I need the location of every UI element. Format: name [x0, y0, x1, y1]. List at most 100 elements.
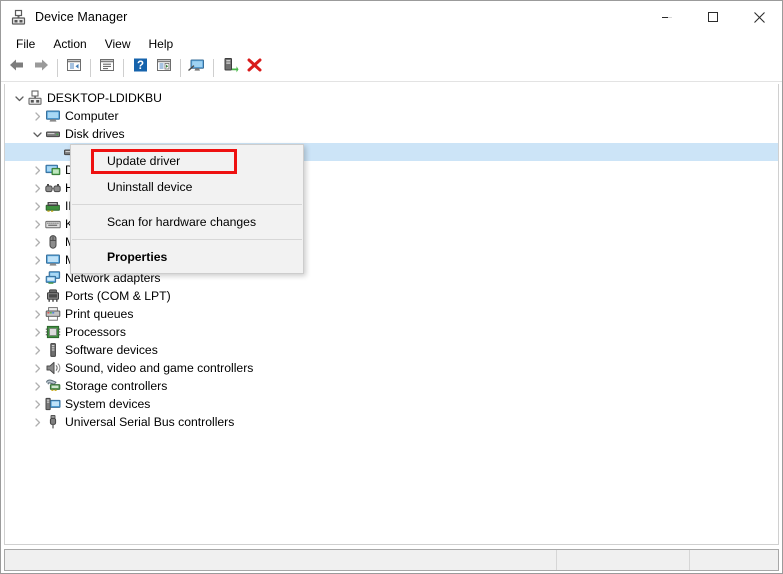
menu-action[interactable]: Action: [44, 35, 95, 53]
tree-node-root[interactable]: DESKTOP-LDIDKBU: [5, 89, 778, 107]
question-mark-icon: ?: [132, 57, 149, 78]
action-pane-button[interactable]: [152, 56, 176, 80]
status-bar: [4, 549, 779, 571]
update-driver-icon: [221, 57, 239, 79]
tree-node-ports[interactable]: Ports (COM & LPT): [5, 287, 778, 305]
close-button[interactable]: [736, 1, 782, 33]
context-menu-separator-2: [72, 239, 302, 240]
console-tree-icon: [65, 57, 83, 78]
storage-controller-icon: [45, 378, 61, 394]
system-device-icon: [45, 396, 61, 412]
tree-node-system-devices-label: System devices: [65, 396, 150, 412]
back-arrow-icon: [8, 57, 26, 78]
tree-node-computer-label: Computer: [65, 108, 119, 124]
device-tree-pane[interactable]: DESKTOP-LDIDKBU Computer: [4, 84, 779, 545]
tree-node-print-queues[interactable]: Print queues: [5, 305, 778, 323]
no-chevron: [47, 143, 63, 161]
tree-node-root-label: DESKTOP-LDIDKBU: [47, 90, 162, 106]
status-segment-1: [5, 550, 557, 570]
tree-node-usb-controllers-label: Universal Serial Bus controllers: [65, 414, 234, 430]
window-controls: [644, 1, 782, 33]
network-adapter-icon: [45, 270, 61, 286]
action-pane-icon: [155, 57, 173, 78]
scan-hardware-changes-button[interactable]: [185, 56, 209, 80]
monitor-icon: [45, 252, 61, 268]
tree-node-storage-controllers-label: Storage controllers: [65, 378, 167, 394]
context-menu-item-uninstall-device[interactable]: Uninstall device: [71, 174, 303, 200]
svg-text:?: ?: [136, 60, 143, 72]
chevron-right-icon[interactable]: [29, 341, 45, 359]
tree-node-print-queues-label: Print queues: [65, 306, 133, 322]
forward-button[interactable]: [29, 56, 53, 80]
chevron-right-icon[interactable]: [29, 233, 45, 251]
software-device-icon: [45, 342, 61, 358]
toolbar-separator-5: [213, 59, 214, 77]
chevron-right-icon[interactable]: [29, 269, 45, 287]
maximize-button[interactable]: [690, 1, 736, 33]
chevron-right-icon[interactable]: [29, 305, 45, 323]
menu-bar: File Action View Help: [1, 33, 782, 54]
properties-button[interactable]: [95, 56, 119, 80]
tree-node-storage-controllers[interactable]: Storage controllers: [5, 377, 778, 395]
context-menu[interactable]: Update driver Uninstall device Scan for …: [70, 144, 304, 274]
mouse-icon: [45, 234, 61, 250]
chevron-right-icon[interactable]: [29, 359, 45, 377]
tree-node-sound-controllers-label: Sound, video and game controllers: [65, 360, 253, 376]
update-driver-button[interactable]: [218, 56, 242, 80]
scan-monitor-icon: [187, 57, 207, 79]
context-menu-item-properties[interactable]: Properties: [71, 244, 303, 270]
computer-icon: [45, 108, 61, 124]
context-menu-separator-1: [72, 204, 302, 205]
chevron-right-icon[interactable]: [29, 197, 45, 215]
chevron-right-icon[interactable]: [29, 251, 45, 269]
tree-node-usb-controllers[interactable]: Universal Serial Bus controllers: [5, 413, 778, 431]
chevron-right-icon[interactable]: [29, 377, 45, 395]
tree-node-system-devices[interactable]: System devices: [5, 395, 778, 413]
forward-arrow-icon: [32, 57, 50, 78]
menu-view[interactable]: View: [96, 35, 140, 53]
sound-icon: [45, 360, 61, 376]
chevron-right-icon[interactable]: [29, 179, 45, 197]
chevron-right-icon[interactable]: [29, 395, 45, 413]
context-menu-item-scan-hardware-changes[interactable]: Scan for hardware changes: [71, 209, 303, 235]
toolbar-separator-2: [90, 59, 91, 77]
menu-help[interactable]: Help: [140, 35, 183, 53]
tree-node-processors[interactable]: Processors: [5, 323, 778, 341]
chevron-right-icon[interactable]: [29, 107, 45, 125]
status-segment-2: [557, 550, 690, 570]
printer-icon: [45, 306, 61, 322]
status-segment-3: [690, 550, 778, 570]
device-manager-icon: [10, 9, 27, 26]
toolbar-separator-3: [123, 59, 124, 77]
tree-node-ports-label: Ports (COM & LPT): [65, 288, 171, 304]
menu-file[interactable]: File: [7, 35, 44, 53]
tree-node-sound-controllers[interactable]: Sound, video and game controllers: [5, 359, 778, 377]
red-x-icon: [246, 57, 263, 78]
usb-controller-icon: [45, 414, 61, 430]
uninstall-device-button[interactable]: [242, 56, 266, 80]
tree-node-computer[interactable]: Computer: [5, 107, 778, 125]
minimize-button[interactable]: [644, 1, 690, 33]
disk-drive-icon: [45, 126, 61, 142]
chevron-down-icon[interactable]: [11, 89, 27, 107]
chevron-right-icon[interactable]: [29, 161, 45, 179]
chevron-right-icon[interactable]: [29, 323, 45, 341]
ide-controller-icon: [45, 198, 61, 214]
title-bar: Device Manager: [1, 1, 782, 33]
show-hide-console-tree-button[interactable]: [62, 56, 86, 80]
tree-node-software-devices[interactable]: Software devices: [5, 341, 778, 359]
toolbar-separator-1: [57, 59, 58, 77]
tree-node-disk-drives-label: Disk drives: [65, 126, 125, 142]
back-button[interactable]: [5, 56, 29, 80]
chevron-right-icon[interactable]: [29, 413, 45, 431]
processor-icon: [45, 324, 61, 340]
toolbar-separator-4: [180, 59, 181, 77]
keyboard-icon: [45, 216, 61, 232]
help-button[interactable]: ?: [128, 56, 152, 80]
tree-node-disk-drives[interactable]: Disk drives: [5, 125, 778, 143]
chevron-right-icon[interactable]: [29, 287, 45, 305]
context-menu-item-update-driver[interactable]: Update driver: [71, 148, 303, 174]
chevron-down-icon[interactable]: [29, 125, 45, 143]
tree-node-processors-label: Processors: [65, 324, 126, 340]
chevron-right-icon[interactable]: [29, 215, 45, 233]
